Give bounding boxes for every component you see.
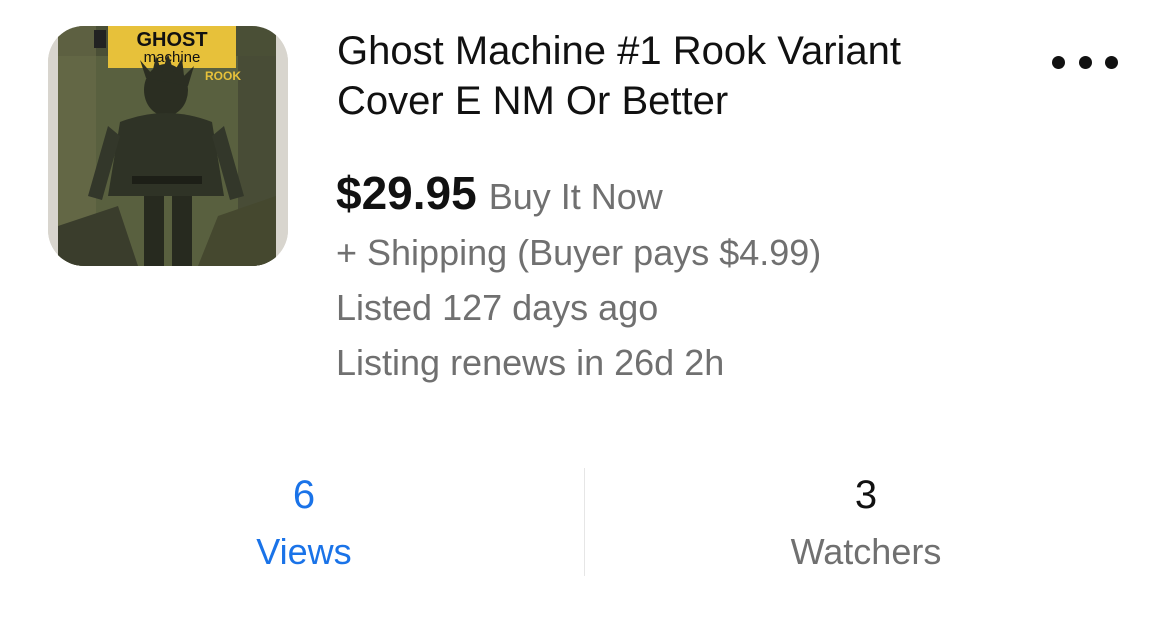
listing-title[interactable]: Ghost Machine #1 Rook Variant Cover E NM… bbox=[337, 26, 997, 126]
watchers-label: Watchers bbox=[790, 531, 942, 572]
listed-date: Listed 127 days ago bbox=[336, 287, 659, 328]
cover-logo-line1: GHOST bbox=[136, 29, 207, 51]
shipping-info: + Shipping (Buyer pays $4.99) bbox=[336, 232, 822, 273]
cover-logo-line2: machine bbox=[144, 49, 201, 66]
more-horizontal-icon bbox=[1078, 55, 1092, 69]
stats-divider bbox=[584, 468, 585, 576]
views-label: Views bbox=[256, 531, 352, 572]
cover-subtitle: ROOK bbox=[205, 69, 241, 83]
views-count: 6 bbox=[292, 473, 316, 517]
listing-price: $29.95 bbox=[336, 167, 477, 219]
listing-format: Buy It Now bbox=[488, 176, 663, 217]
more-options-button[interactable] bbox=[1052, 48, 1118, 76]
more-horizontal-icon bbox=[1105, 55, 1118, 69]
more-horizontal-icon bbox=[1052, 55, 1065, 69]
views-stat[interactable]: 6 Views bbox=[104, 468, 504, 582]
renewal-info: Listing renews in 26d 2h bbox=[336, 342, 725, 383]
watchers-stat: 3 Watchers bbox=[666, 468, 1066, 582]
comic-cover-image: GHOST machine ROOK bbox=[48, 26, 288, 266]
watchers-count: 3 bbox=[854, 473, 878, 517]
price-row: $29.95 Buy It Now bbox=[336, 166, 663, 220]
listing-thumbnail[interactable]: GHOST machine ROOK bbox=[48, 26, 288, 266]
listing-stats: 6 Views 3 Watchers bbox=[0, 468, 1170, 578]
